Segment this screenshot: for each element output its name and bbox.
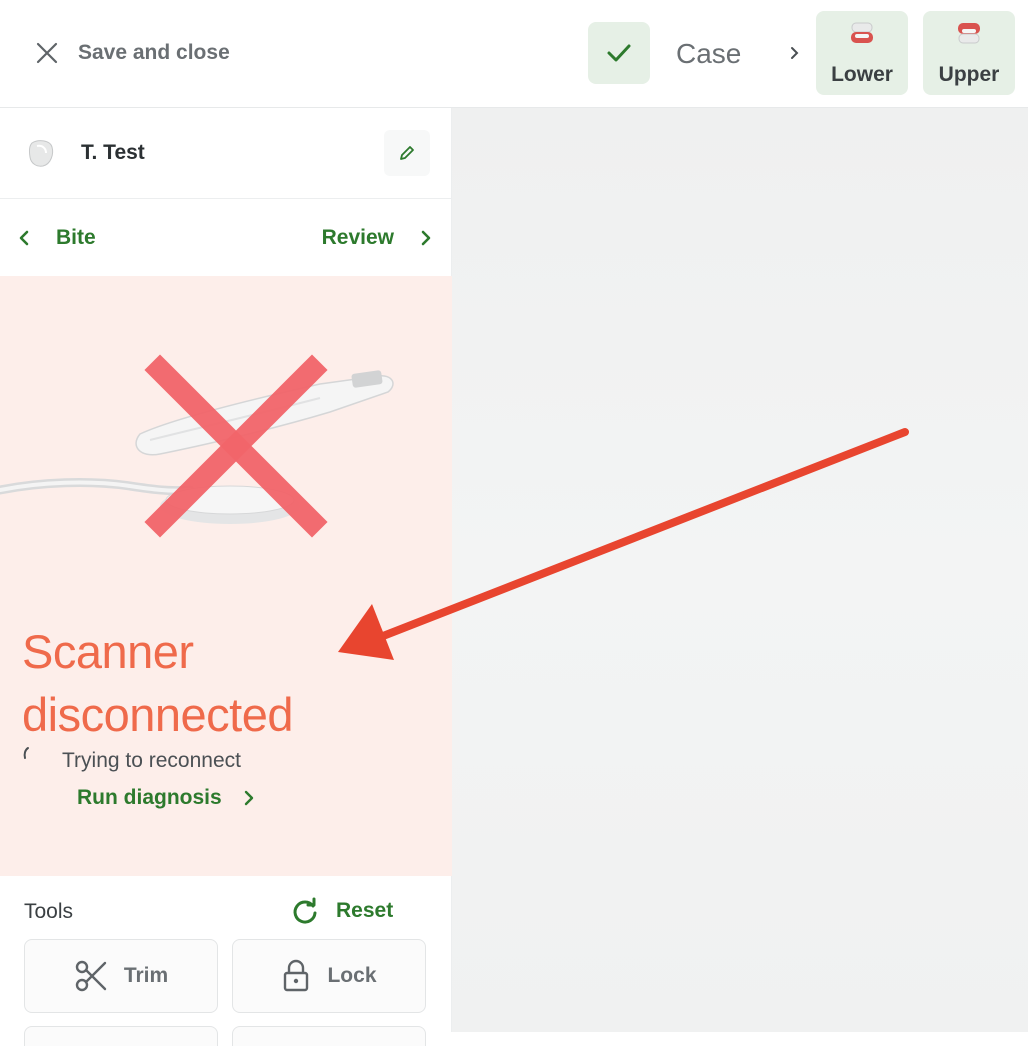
loading-spinner-icon: [23, 747, 29, 759]
lower-jaw-button[interactable]: Lower: [816, 11, 908, 95]
chevron-left-icon: [14, 228, 34, 248]
upper-jaw-button[interactable]: Upper: [923, 11, 1015, 95]
save-and-close-label: Save and close: [78, 41, 230, 64]
close-icon: [32, 38, 62, 68]
tool-button-partial[interactable]: [232, 1026, 426, 1046]
save-and-close-button[interactable]: Save and close: [32, 34, 230, 72]
scanner-disconnected-illustration: [0, 354, 394, 538]
tool-button-partial[interactable]: [24, 1026, 218, 1046]
reset-button[interactable]: Reset: [290, 896, 393, 926]
pencil-icon: [400, 146, 414, 160]
scanner-error-title-line2: disconnected: [22, 688, 293, 741]
top-bar: Save and close Case Lower Upper: [0, 0, 1028, 108]
lock-icon: [281, 959, 311, 993]
refresh-icon: [290, 896, 320, 926]
upper-jaw-icon: [958, 23, 980, 44]
step-navigation: Bite Review: [0, 200, 452, 276]
left-panel: T. Test Bite Review Scanner disconnected…: [0, 108, 452, 1046]
upper-jaw-label: Upper: [938, 63, 1000, 86]
lock-tool-button[interactable]: Lock: [232, 939, 426, 1013]
next-step-label: Review: [321, 226, 394, 249]
previous-step-button[interactable]: Bite: [14, 218, 96, 258]
lock-tool-label: Lock: [327, 964, 377, 987]
reconnect-status-text: Trying to reconnect: [62, 749, 241, 772]
run-diagnosis-button[interactable]: Run diagnosis: [77, 786, 258, 810]
previous-step-label: Bite: [56, 226, 96, 249]
scanner-error-panel: Scanner disconnected Trying to reconnect…: [0, 276, 452, 876]
patient-row: T. Test: [0, 108, 452, 199]
next-step-button[interactable]: Review: [322, 218, 436, 258]
patient-name: T. Test: [81, 141, 145, 164]
trim-tool-label: Trim: [123, 964, 169, 987]
chevron-right-icon: [791, 47, 799, 59]
confirm-button[interactable]: [588, 22, 650, 84]
check-icon: [607, 44, 631, 62]
case-label[interactable]: Case: [676, 38, 741, 70]
trim-tool-button[interactable]: Trim: [24, 939, 218, 1013]
reset-label: Reset: [336, 899, 394, 922]
edit-patient-button[interactable]: [384, 130, 430, 176]
scan-viewport[interactable]: [452, 108, 1028, 1032]
scissors-icon: [74, 959, 108, 993]
lower-jaw-label: Lower: [831, 63, 893, 86]
lower-jaw-icon: [851, 22, 873, 43]
tools-heading: Tools: [24, 900, 74, 923]
chevron-right-icon: [240, 789, 258, 807]
scanner-error-title: Scanner disconnected: [22, 620, 293, 746]
scanner-error-title-line1: Scanner: [22, 625, 194, 678]
patient-avatar-icon: [28, 140, 54, 167]
run-diagnosis-label: Run diagnosis: [77, 786, 222, 809]
chevron-right-icon: [416, 228, 436, 248]
